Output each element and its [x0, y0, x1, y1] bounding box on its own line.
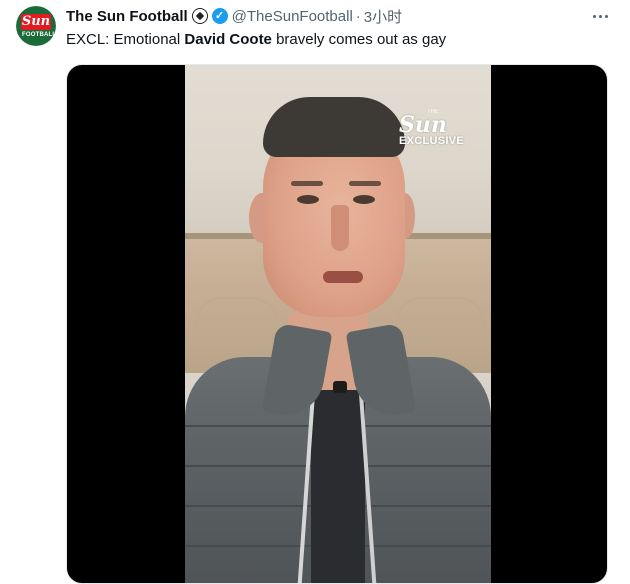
watermark-exclusive: EXCLUSIVE	[399, 135, 465, 147]
mouth	[323, 271, 363, 283]
display-name[interactable]: The Sun Football	[66, 8, 188, 25]
tweet-text-bold-name: David Coote	[184, 31, 272, 48]
eyebrow-right	[349, 181, 381, 186]
nose	[331, 205, 349, 251]
verified-badge-icon[interactable]: ✓	[211, 8, 228, 24]
separator-dot: ·	[355, 7, 361, 25]
tweet-timestamp[interactable]: 3小时	[364, 6, 402, 27]
lapel-microphone	[333, 381, 347, 393]
media-video-container[interactable]: THE Sun EXCLUSIVE	[66, 64, 608, 584]
sun-exclusive-watermark: THE Sun EXCLUSIVE	[399, 109, 489, 147]
panel-carving-right	[395, 297, 485, 331]
eyebrow-left	[291, 181, 323, 186]
account-handle[interactable]: @TheSunFootball	[232, 8, 353, 25]
tweet-text-suffix: bravely comes out as gay	[271, 31, 447, 48]
football-logo-subtext: FOOTBALL	[22, 32, 56, 38]
eye-left	[297, 195, 319, 204]
more-dot	[604, 14, 608, 18]
more-dot	[598, 14, 602, 18]
account-avatar[interactable]: Sun FOOTBALL	[16, 6, 56, 46]
video-frame[interactable]: THE Sun EXCLUSIVE	[185, 65, 491, 583]
tweet-header: The Sun Football ✓ @TheSunFootball · 3小时	[66, 6, 402, 26]
soccer-ball-icon	[191, 8, 208, 24]
hair	[263, 97, 405, 157]
tweet-text: EXCL: Emotional David Coote bravely come…	[66, 30, 446, 50]
watermark-the: THE	[427, 109, 439, 115]
watermark-sun: Sun	[399, 112, 447, 138]
dark-shirt	[311, 365, 365, 583]
eye-right	[353, 195, 375, 204]
panel-carving-left	[195, 297, 279, 331]
more-dot	[592, 14, 596, 18]
more-horizontal-icon[interactable]	[588, 6, 612, 26]
tweet-text-prefix: EXCL: Emotional	[66, 31, 185, 48]
sun-logo-text: Sun	[21, 14, 51, 30]
